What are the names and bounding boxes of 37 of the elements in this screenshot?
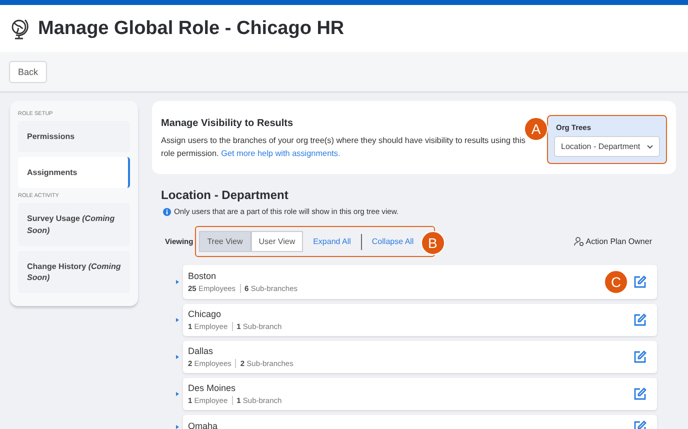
card-description: Assign users to the branches of your org tree(s) where they should have visibility to results using this role permission. Get more help with assignments. (161, 135, 527, 160)
branch-name: Des Moines (188, 383, 237, 393)
edit-icon[interactable] (633, 275, 647, 289)
collapse-all-link[interactable]: Collapse All (372, 237, 414, 246)
back-button[interactable]: Back (9, 60, 48, 82)
sidebar-item[interactable]: Change History (Coming Soon) (18, 250, 130, 294)
edit-icon[interactable] (633, 387, 647, 401)
expand-arrow-icon[interactable] (176, 318, 179, 322)
page-title: Manage Global Role - Chicago HR (38, 18, 344, 40)
expand-all-link[interactable]: Expand All (313, 237, 351, 246)
view-toggle[interactable]: User View (250, 231, 304, 252)
card-title: Manage Visibility to Results (161, 118, 294, 130)
expand-arrow-icon[interactable] (176, 425, 179, 429)
callout-marker: C (604, 270, 628, 294)
view-toggle[interactable]: Tree View (199, 231, 251, 252)
expand-arrow-icon[interactable] (176, 280, 179, 284)
branch-name: Chicago (188, 309, 222, 319)
branch-name: Omaha (188, 420, 219, 429)
expand-arrow-icon[interactable] (176, 355, 179, 359)
section-title: Location - Department (161, 188, 290, 202)
branch-name: Boston (188, 271, 218, 281)
legend-label: Action Plan Owner (586, 237, 652, 246)
edit-icon[interactable] (633, 350, 647, 364)
sidebar-item[interactable]: Survey Usage (Coming Soon) (18, 203, 130, 246)
globe-icon (10, 18, 30, 40)
chevron-icon (647, 144, 653, 148)
org-tree-dropdown[interactable]: Location - Department (554, 136, 660, 157)
branch-name: Dallas (188, 346, 214, 356)
expand-arrow-icon[interactable] (176, 392, 179, 396)
edit-icon[interactable] (633, 313, 647, 327)
user-icon (574, 237, 584, 246)
callout-marker: A (524, 117, 548, 141)
help-link[interactable]: Get more help with assignments. (221, 149, 340, 158)
info-icon (163, 208, 171, 216)
sidebar-item[interactable]: Permissions (18, 121, 130, 152)
callout-marker: B (420, 231, 445, 255)
sidebar-item[interactable]: Assignments (18, 157, 130, 188)
